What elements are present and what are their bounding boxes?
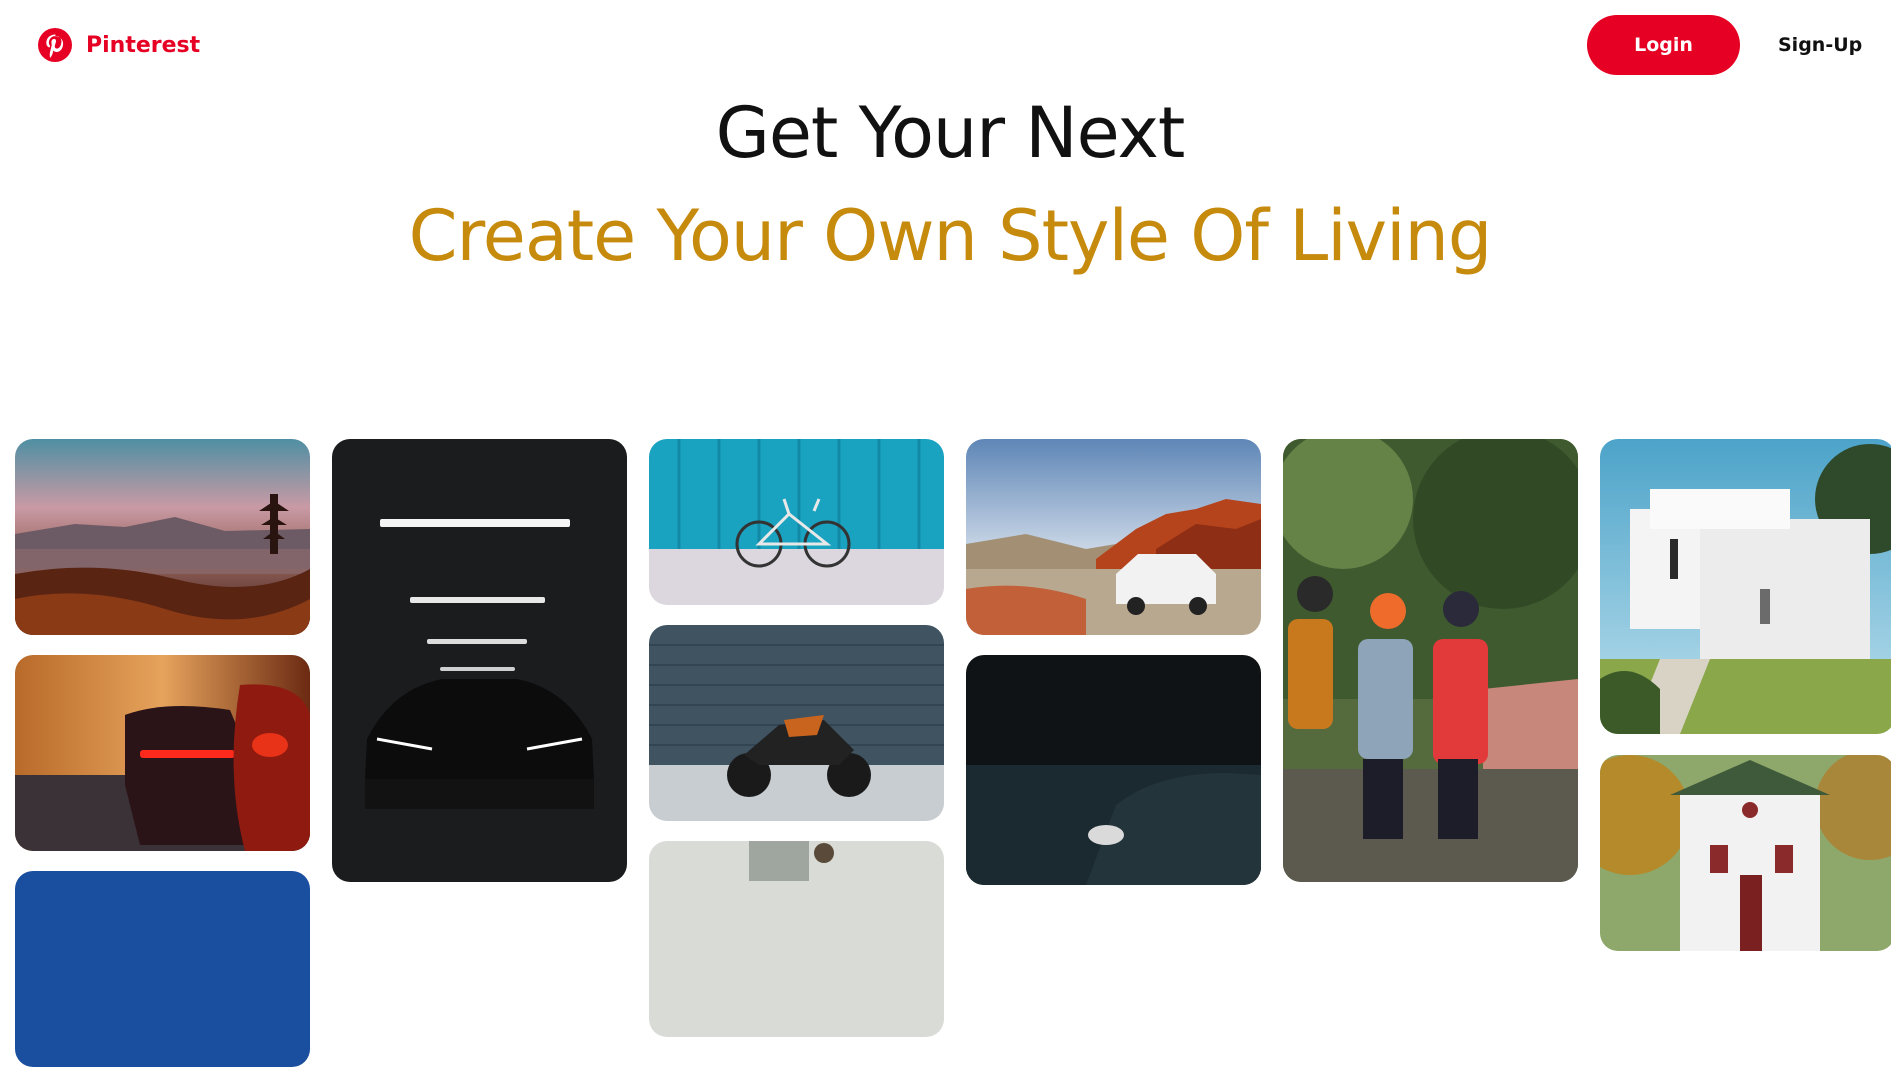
pin-pagoda-sunset[interactable]: [15, 439, 310, 635]
signup-button[interactable]: Sign-Up: [1768, 15, 1872, 75]
pin-cyclists-group[interactable]: [1283, 439, 1578, 882]
pin-bicycle-blue-wall[interactable]: [649, 439, 944, 605]
login-button[interactable]: Login: [1587, 15, 1740, 75]
pin-dark-car-garage[interactable]: [332, 439, 627, 882]
pinterest-logo-icon: [38, 28, 72, 62]
pin-cottage-house[interactable]: [1600, 755, 1891, 951]
pin-white-modern-house[interactable]: [1600, 439, 1891, 734]
brand-name: Pinterest: [86, 32, 201, 58]
pin-blue-night-partial[interactable]: [15, 871, 310, 1067]
pin-motorcycle-tile-wall[interactable]: [649, 625, 944, 821]
pin-interior-partial[interactable]: [649, 841, 944, 1037]
pin-dark-car-partial[interactable]: [966, 655, 1261, 885]
brand-home-link[interactable]: Pinterest: [38, 28, 200, 62]
hero-title: Get Your Next: [715, 92, 1186, 174]
pin-red-car-taillights[interactable]: [15, 655, 310, 851]
pin-white-suv-desert[interactable]: [966, 439, 1261, 635]
hero-subtitle: Create Your Own Style Of Living: [408, 195, 1493, 277]
